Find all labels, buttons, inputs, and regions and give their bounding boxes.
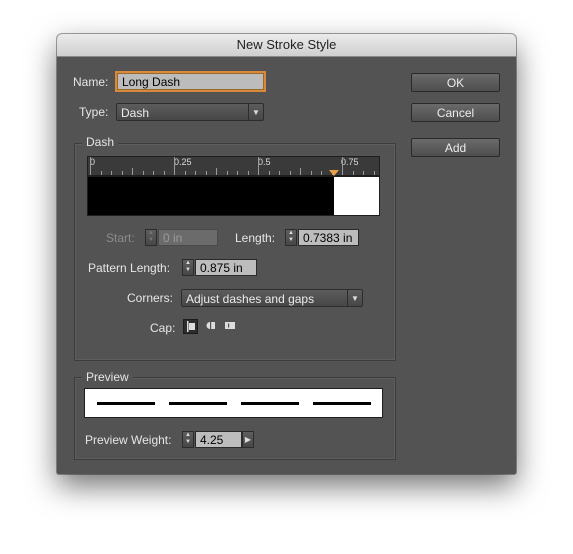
preview-dash: [313, 402, 371, 405]
window-title: New Stroke Style: [57, 34, 516, 57]
length-stepper-icon[interactable]: ▲ ▼: [285, 229, 297, 246]
pattern-length-label: Pattern Length:: [88, 261, 171, 275]
ruler-tick: [321, 171, 322, 175]
ruler-tick: [290, 171, 291, 175]
type-select[interactable]: Dash ▼: [116, 103, 264, 121]
round-cap-icon[interactable]: [203, 319, 218, 334]
ruler-tick: [311, 171, 312, 175]
type-select-value: Dash: [121, 106, 150, 120]
ruler-tick: [195, 171, 196, 175]
preview-weight-arrow-icon[interactable]: ▶: [242, 431, 254, 448]
stroke-preview: [84, 388, 383, 418]
butt-cap-icon[interactable]: [183, 319, 198, 334]
length-input[interactable]: 0.7383 in: [298, 229, 359, 246]
preview-weight-input[interactable]: 4.25: [195, 431, 242, 448]
ruler-tick: [153, 171, 154, 175]
ruler-tick: [111, 171, 112, 175]
preview-weight-stepper-icon[interactable]: ▲ ▼: [182, 431, 194, 448]
dash-end-marker-icon[interactable]: [329, 170, 339, 176]
name-input[interactable]: Long Dash: [117, 73, 264, 90]
preview-group-title: Preview: [82, 370, 133, 384]
ok-button[interactable]: OK: [411, 73, 500, 92]
preview-dash: [97, 402, 155, 405]
ruler-tick: [101, 171, 102, 175]
length-label: Length:: [235, 231, 276, 245]
ruler-tick: [164, 171, 165, 175]
corners-label: Corners:: [127, 291, 174, 305]
ruler-tick: [185, 171, 186, 175]
ruler-tick: [353, 171, 354, 175]
add-button[interactable]: Add: [411, 138, 500, 157]
name-label: Name:: [73, 75, 109, 89]
ruler-tick: [206, 171, 207, 175]
dash-pattern-strip[interactable]: [87, 176, 380, 216]
projecting-cap-icon[interactable]: [223, 319, 238, 334]
start-stepper-icon: ▲ ▼: [145, 229, 157, 246]
start-input: 0 in: [158, 229, 218, 246]
pattern-length-input[interactable]: 0.875 in: [195, 259, 257, 276]
ruler-label-075: 0.75: [341, 157, 359, 167]
pattern-length-stepper-icon[interactable]: ▲ ▼: [182, 259, 194, 276]
ruler-tick: [216, 168, 217, 175]
ruler-tick: [258, 157, 259, 175]
cap-label: Cap:: [150, 321, 176, 335]
dash-group-title: Dash: [82, 135, 119, 149]
chevron-down-icon: ▼: [347, 290, 362, 306]
corners-select-value: Adjust dashes and gaps: [186, 292, 315, 306]
ruler-tick: [174, 157, 175, 175]
ruler-tick: [374, 171, 375, 175]
preview-dash: [241, 402, 299, 405]
ruler-tick: [90, 157, 91, 175]
chevron-down-icon: ▼: [248, 104, 263, 120]
ruler-tick: [227, 171, 228, 175]
corners-select[interactable]: Adjust dashes and gaps ▼: [181, 289, 363, 307]
ruler-tick: [248, 171, 249, 175]
start-label: Start:: [106, 231, 135, 245]
preview-weight-label: Preview Weight:: [85, 433, 172, 447]
preview-dash: [169, 402, 227, 405]
ruler-tick: [143, 171, 144, 175]
ruler-tick: [342, 157, 343, 175]
cancel-button[interactable]: Cancel: [411, 103, 500, 122]
ruler-tick: [132, 168, 133, 175]
ruler-tick: [279, 171, 280, 175]
ruler-tick: [269, 171, 270, 175]
ruler-label-025: 0.25: [174, 157, 192, 167]
type-label: Type:: [79, 105, 109, 119]
ruler-tick: [237, 171, 238, 175]
ruler-tick: [363, 171, 364, 175]
ruler-tick: [300, 168, 301, 175]
dash-segment: [88, 177, 334, 215]
ruler-label-05: 0.5: [258, 157, 271, 167]
ruler-tick: [122, 171, 123, 175]
